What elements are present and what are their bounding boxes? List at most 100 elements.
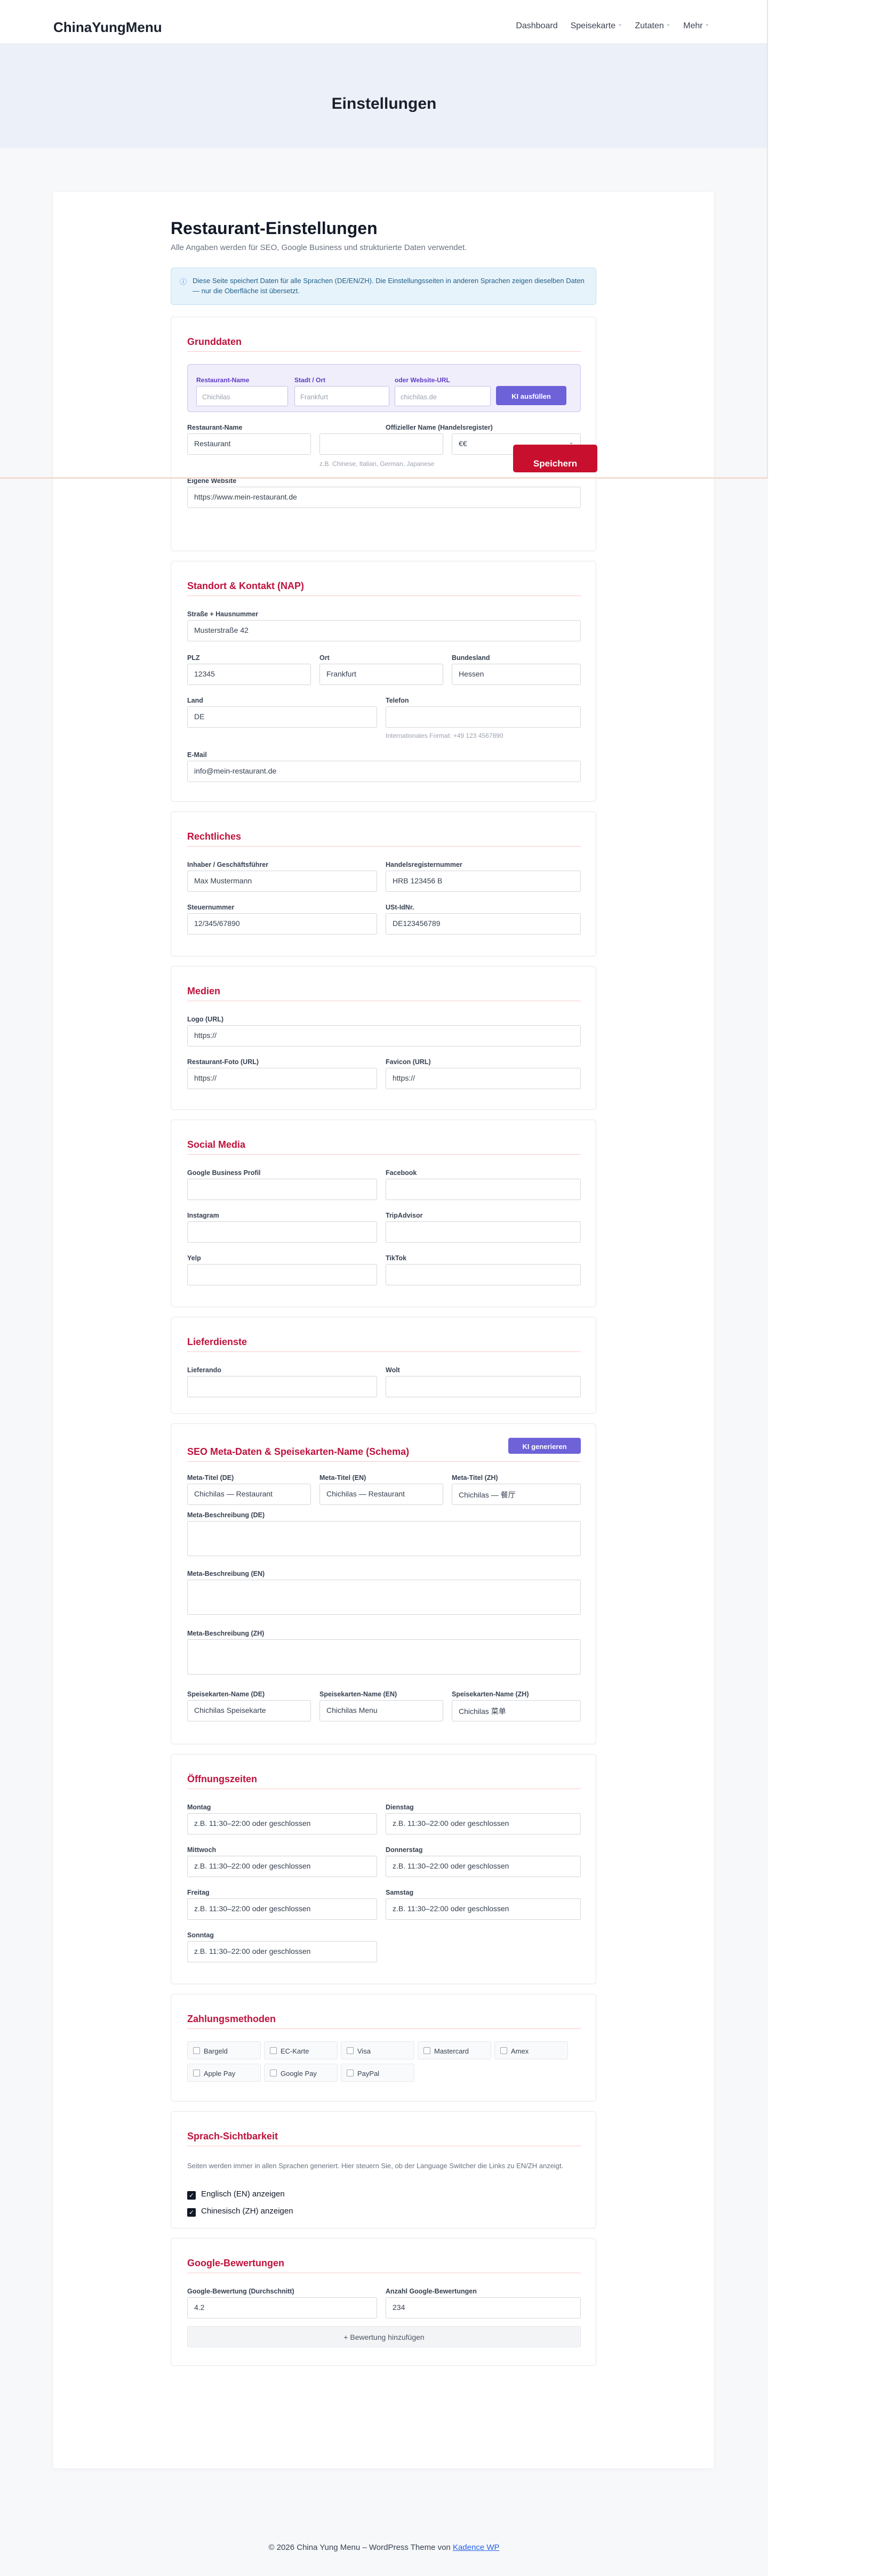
city-input[interactable]: Frankfurt bbox=[319, 664, 443, 685]
street-label: Straße + Hausnummer bbox=[187, 610, 259, 618]
plz-input[interactable]: 12345 bbox=[187, 664, 311, 685]
checkbox-box bbox=[270, 2070, 277, 2076]
checkbox-box bbox=[500, 2047, 507, 2054]
street-input[interactable]: Musterstraße 42 bbox=[187, 620, 581, 641]
state-input[interactable]: Hessen bbox=[452, 664, 581, 685]
tripadvisor-input[interactable] bbox=[386, 1221, 581, 1243]
meta-title-zh-input[interactable]: Chichilas — 餐厅 bbox=[452, 1484, 581, 1505]
section-title: Grunddaten bbox=[187, 336, 242, 347]
meta-desc-de-textarea[interactable] bbox=[187, 1521, 581, 1556]
payment-amex-checkbox[interactable]: Amex bbox=[494, 2041, 568, 2059]
cuisine-input[interactable] bbox=[319, 433, 443, 455]
facebook-input[interactable] bbox=[386, 1179, 581, 1200]
nav-zutaten[interactable]: Zutaten ⌄ bbox=[635, 21, 671, 31]
plz-label: PLZ bbox=[187, 654, 200, 662]
day-label: Sonntag bbox=[187, 1931, 214, 1939]
tax-input[interactable]: 12/345/67890 bbox=[187, 913, 377, 935]
meta-title-de-input[interactable]: Chichilas — Restaurant bbox=[187, 1484, 311, 1505]
hr-input[interactable]: HRB 123456 B bbox=[386, 871, 581, 892]
favicon-label: Favicon (URL) bbox=[386, 1058, 431, 1066]
autofill-url-input[interactable]: chichilas.de bbox=[395, 386, 491, 406]
wolt-input[interactable] bbox=[386, 1376, 581, 1397]
hours-input-samstag[interactable]: z.B. 11:30–22:00 oder geschlossen bbox=[386, 1898, 581, 1920]
section-seo: SEO Meta-Daten & Speisekarten-Name (Sche… bbox=[171, 1423, 596, 1744]
show-zh-checkbox[interactable]: ✓ Chinesisch (ZH) anzeigen bbox=[187, 2207, 293, 2217]
meta-title-en-input[interactable]: Chichilas — Restaurant bbox=[319, 1484, 443, 1505]
hours-input-sonntag[interactable]: z.B. 11:30–22:00 oder geschlossen bbox=[187, 1941, 377, 1962]
site-footer: © 2026 China Yung Menu – WordPress Theme… bbox=[0, 2543, 768, 2552]
autofill-name-input[interactable]: Chichilas bbox=[196, 386, 288, 406]
info-icon: ⓘ bbox=[180, 278, 187, 286]
payment-applepay-checkbox[interactable]: Apple Pay bbox=[187, 2064, 261, 2082]
instagram-label: Instagram bbox=[187, 1212, 219, 1219]
checkbox-label: Amex bbox=[511, 2047, 529, 2055]
section-delivery: Lieferdienste Lieferando Wolt bbox=[171, 1317, 596, 1414]
restaurant-type-input[interactable]: Restaurant bbox=[187, 433, 311, 455]
rating-input[interactable]: 4.2 bbox=[187, 2297, 377, 2319]
nav-dashboard[interactable]: Dashboard bbox=[516, 21, 557, 31]
meta-title-en-label: Meta-Titel (EN) bbox=[319, 1474, 366, 1482]
meta-desc-en-textarea[interactable] bbox=[187, 1580, 581, 1615]
phone-input[interactable] bbox=[386, 706, 581, 728]
hours-input-freitag[interactable]: z.B. 11:30–22:00 oder geschlossen bbox=[187, 1898, 377, 1920]
vat-input[interactable]: DE123456789 bbox=[386, 913, 581, 935]
favicon-input[interactable]: https:// bbox=[386, 1068, 581, 1089]
menu-name-en-input[interactable]: Chichilas Menu bbox=[319, 1700, 443, 1721]
menu-name-zh-input[interactable]: Chichilas 菜单 bbox=[452, 1700, 581, 1721]
add-review-button[interactable]: + Bewertung hinzufügen bbox=[187, 2326, 581, 2347]
section-title: SEO Meta-Daten & Speisekarten-Name (Sche… bbox=[187, 1446, 410, 1457]
check-icon: ✓ bbox=[187, 2208, 196, 2217]
site-header: ChinaYungMenu Dashboard Speisekarte ⌄ Zut… bbox=[0, 0, 896, 44]
autofill-city-input[interactable]: Frankfurt bbox=[294, 386, 389, 406]
autofill-name-label: Restaurant-Name bbox=[196, 376, 250, 384]
photo-input[interactable]: https:// bbox=[187, 1068, 377, 1089]
owner-input[interactable]: Max Mustermann bbox=[187, 871, 377, 892]
nav-speisekarte[interactable]: Speisekarte ⌄ bbox=[571, 21, 622, 31]
site-logo[interactable]: ChinaYungMenu bbox=[53, 19, 162, 36]
payment-ec-checkbox[interactable]: EC-Karte bbox=[264, 2041, 338, 2059]
save-button[interactable]: Speichern bbox=[513, 445, 597, 472]
nav-mehr[interactable]: Mehr ⌄ bbox=[683, 21, 709, 31]
day-label: Montag bbox=[187, 1804, 211, 1811]
lieferando-input[interactable] bbox=[187, 1376, 377, 1397]
review-count-input[interactable]: 234 bbox=[386, 2297, 581, 2319]
section-nap: Standort & Kontakt (NAP) Straße + Hausnu… bbox=[171, 561, 596, 802]
tripadvisor-label: TripAdvisor bbox=[386, 1212, 423, 1219]
nav-label: Zutaten bbox=[635, 21, 664, 30]
tiktok-input[interactable] bbox=[386, 1264, 581, 1285]
checkbox-box bbox=[423, 2047, 430, 2054]
show-en-checkbox[interactable]: ✓ Englisch (EN) anzeigen bbox=[187, 2189, 285, 2200]
hours-input-donnerstag[interactable]: z.B. 11:30–22:00 oder geschlossen bbox=[386, 1856, 581, 1877]
payment-visa-checkbox[interactable]: Visa bbox=[341, 2041, 414, 2059]
rating-label: Google-Bewertung (Durchschnitt) bbox=[187, 2288, 294, 2295]
meta-desc-zh-textarea[interactable] bbox=[187, 1639, 581, 1675]
footer-text: © 2026 China Yung Menu – WordPress Theme… bbox=[268, 2543, 451, 2552]
owner-label: Inhaber / Geschäftsführer bbox=[187, 861, 269, 868]
ai-generate-button[interactable]: KI generieren bbox=[508, 1438, 581, 1454]
section-title: Standort & Kontakt (NAP) bbox=[187, 581, 304, 591]
yelp-input[interactable] bbox=[187, 1264, 377, 1285]
hours-input-mittwoch[interactable]: z.B. 11:30–22:00 oder geschlossen bbox=[187, 1856, 377, 1877]
hours-input-dienstag[interactable]: z.B. 11:30–22:00 oder geschlossen bbox=[386, 1813, 581, 1834]
google-business-label: Google Business Profil bbox=[187, 1169, 261, 1177]
instagram-input[interactable] bbox=[187, 1221, 377, 1243]
email-input[interactable]: info@mein-restaurant.de bbox=[187, 761, 581, 782]
payment-bargeld-checkbox[interactable]: Bargeld bbox=[187, 2041, 261, 2059]
yelp-label: Yelp bbox=[187, 1254, 201, 1262]
day-label: Mittwoch bbox=[187, 1846, 217, 1854]
footer-link[interactable]: Kadence WP bbox=[453, 2543, 500, 2552]
hours-input-montag[interactable]: z.B. 11:30–22:00 oder geschlossen bbox=[187, 1813, 377, 1834]
country-input[interactable]: DE bbox=[187, 706, 377, 728]
chevron-down-icon: ⌄ bbox=[618, 21, 622, 27]
meta-desc-de-label: Meta-Beschreibung (DE) bbox=[187, 1511, 265, 1519]
menu-name-de-input[interactable]: Chichilas Speisekarte bbox=[187, 1700, 311, 1721]
payment-paypal-checkbox[interactable]: PayPal bbox=[341, 2064, 414, 2082]
phone-hint: Internationales Format: +49 123 4567890 bbox=[386, 732, 503, 739]
info-notice: ⓘ Diese Seite speichert Daten für alle S… bbox=[171, 268, 596, 305]
ai-fill-button[interactable]: KI ausfüllen bbox=[496, 386, 566, 405]
logo-input[interactable]: https:// bbox=[187, 1025, 581, 1046]
google-business-input[interactable] bbox=[187, 1179, 377, 1200]
payment-mastercard-checkbox[interactable]: Mastercard bbox=[418, 2041, 491, 2059]
payment-googlepay-checkbox[interactable]: Google Pay bbox=[264, 2064, 338, 2082]
website-input[interactable]: https://www.mein-restaurant.de bbox=[187, 487, 581, 508]
